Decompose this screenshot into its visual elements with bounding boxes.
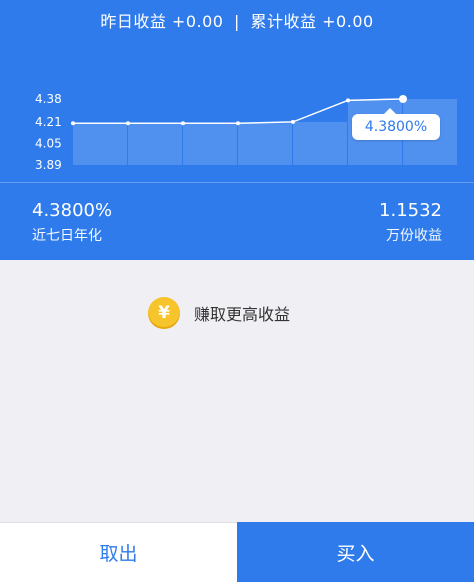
yield-column bbox=[293, 121, 347, 165]
yesterday-earnings-value: +0.00 bbox=[171, 12, 224, 31]
summary-separator: | bbox=[234, 12, 240, 31]
yield-column bbox=[128, 123, 182, 165]
annualized-label: 近七日年化 bbox=[32, 228, 102, 244]
header-divider bbox=[0, 182, 474, 183]
y-tick-label: 4.21 bbox=[35, 115, 62, 129]
y-tick-label: 4.05 bbox=[35, 136, 62, 150]
latest-yield-tooltip: 4.3800% bbox=[352, 108, 440, 140]
y-tick-label: 4.38 bbox=[35, 92, 62, 106]
per-10k-value: 1.1532 bbox=[379, 200, 442, 221]
yield-point bbox=[71, 121, 75, 126]
seven-day-annualized: 4.3800% 近七日年化 bbox=[32, 200, 112, 246]
yield-column bbox=[183, 123, 237, 165]
action-bar: 取出 买入 bbox=[0, 522, 474, 582]
yield-header: 昨日收益 +0.00 | 累计收益 +0.00 4.38 4.21 4.05 3.89… bbox=[0, 0, 474, 260]
yield-column bbox=[73, 123, 127, 165]
latest-yield-point bbox=[399, 95, 407, 103]
yuan-coin-icon: ¥ bbox=[148, 297, 180, 329]
yield-point bbox=[236, 121, 240, 126]
yield-point bbox=[181, 121, 185, 126]
total-earnings-value: +0.00 bbox=[322, 12, 374, 31]
yield-column bbox=[238, 123, 292, 165]
per-10k-income: 1.1532 万份收益 bbox=[379, 200, 442, 246]
earn-more-link[interactable]: ¥ 赚取更高收益 bbox=[148, 296, 290, 330]
yesterday-earnings-label: 昨日收益 bbox=[100, 12, 167, 31]
withdraw-button[interactable]: 取出 bbox=[0, 522, 237, 582]
annualized-value: 4.3800% bbox=[32, 200, 113, 221]
yield-point bbox=[346, 98, 350, 103]
y-tick-label: 3.89 bbox=[35, 158, 62, 172]
buy-button[interactable]: 买入 bbox=[237, 522, 474, 582]
fund-detail-screen: 昨日收益 +0.00 | 累计收益 +0.00 4.38 4.21 4.05 3.89… bbox=[0, 0, 474, 582]
yield-point bbox=[126, 121, 130, 126]
earn-more-text: 赚取更高收益 bbox=[194, 305, 291, 324]
yield-point bbox=[291, 119, 295, 124]
total-earnings-label: 累计收益 bbox=[250, 12, 317, 31]
earnings-summary: 昨日收益 +0.00 | 累计收益 +0.00 bbox=[0, 8, 474, 32]
per-10k-label: 万份收益 bbox=[386, 228, 442, 244]
